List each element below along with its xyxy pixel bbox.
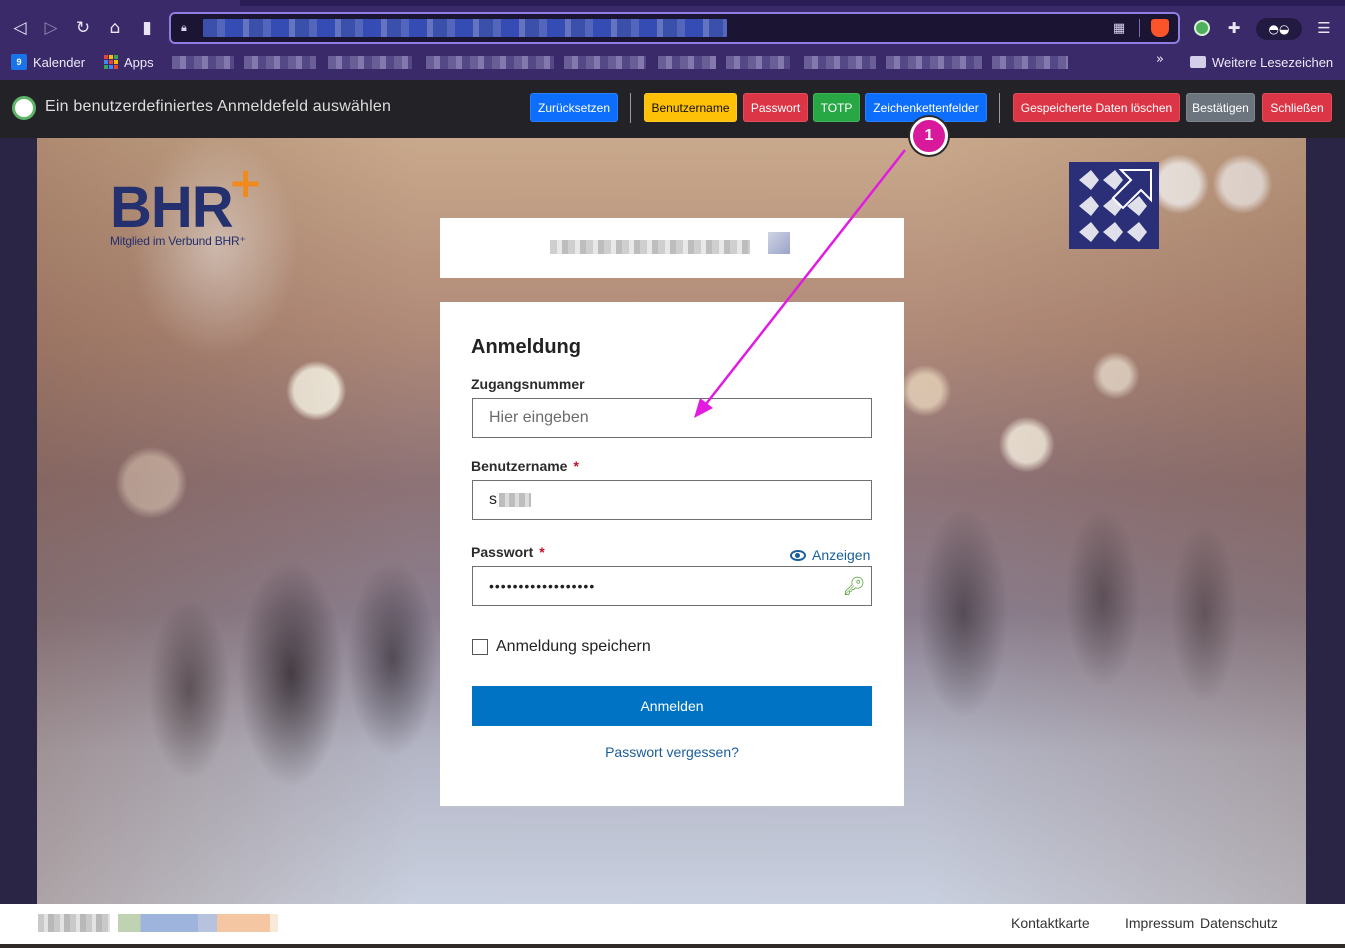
bookmark-icon[interactable]: ▮ [135,16,159,40]
bookmark-redacted[interactable] [564,56,646,69]
menu-icon[interactable]: ☰ [1312,16,1336,40]
username-label: Benutzername * [471,458,579,474]
bookmark-redacted[interactable] [886,56,982,69]
bookmark-calendar-label: Kalender [33,54,86,70]
footer-link-privacy[interactable]: Datenschutz [1200,915,1278,931]
apps-grid-icon [104,55,118,69]
footer-logo-redacted [118,914,278,932]
username-value: s [489,491,497,508]
footer-link-imprint[interactable]: Impressum [1125,915,1194,931]
lock-icon: 🔒︎ [181,21,187,34]
footer-link-contact-card[interactable]: Kontaktkarte [1011,915,1090,931]
remember-login-label[interactable]: Anmeldung speichern [496,638,651,656]
reset-button[interactable]: Zurücksetzen [530,93,618,122]
home-icon[interactable]: ⌂ [103,16,127,40]
extensions-puzzle-icon[interactable]: ✚ [1222,16,1246,40]
bookmark-redacted[interactable] [726,56,790,69]
bhr-logo-subtitle: Mitglied im Verbund BHR⁺ [110,234,246,248]
key-icon[interactable]: 🔑︎ [843,575,866,597]
password-input[interactable]: •••••••••••••••••• 🔑︎ [472,566,872,606]
bookmark-redacted[interactable] [804,56,876,69]
url-divider [1139,19,1140,37]
bookmark-apps[interactable]: Apps [104,52,154,72]
window-bottom-edge [0,944,1345,948]
toolbar-divider [999,93,1000,123]
clear-saved-data-button[interactable]: Gespeicherte Daten löschen [1013,93,1180,122]
required-mark: * [539,544,545,560]
bookmark-other-label: Weitere Lesezeichen [1212,54,1334,70]
url-text-redacted [203,19,727,37]
back-icon[interactable]: ◁ [8,16,32,40]
tab-strip [240,0,1345,6]
institution-header-redacted [440,218,904,278]
password-value: •••••••••••••••••• [489,578,596,594]
brave-shields-icon[interactable] [1150,18,1170,38]
partner-logo-icon [1069,162,1159,249]
username-label-text: Benutzername [471,458,568,474]
keepassxc-logo-icon [12,96,36,120]
totp-button[interactable]: TOTP [813,93,860,122]
password-button[interactable]: Passwort [743,93,808,122]
bookmark-redacted[interactable] [992,56,1068,69]
folder-icon [1190,56,1206,68]
bookmark-redacted[interactable] [658,56,716,69]
bookmark-other-folder[interactable]: Weitere Lesezeichen [1190,52,1333,72]
login-card: Anmeldung Zugangsnummer Hier eingeben Be… [440,302,904,806]
login-button[interactable]: Anmelden [472,686,872,726]
bhr-logo-plus: + [228,158,264,207]
bookmark-redacted[interactable] [426,56,554,69]
footer-logo-redacted [38,914,110,932]
toolbar-divider [630,93,631,123]
password-label: Passwort * [471,544,545,560]
redacted-text [499,493,531,507]
eye-icon [790,549,806,561]
custom-field-selection-bar: Ein benutzerdefiniertes Anmeldefeld ausw… [0,80,1345,138]
bhr-logo-text: BHR [110,175,234,240]
navigation-bar: ◁ ▷ ↻ ⌂ ▮ 🔒︎ ▦ ✚ ◓◒ ☰ [0,8,1345,48]
browser-toolbar: ◁ ▷ ↻ ⌂ ▮ 🔒︎ ▦ ✚ ◓◒ ☰ 9 Kalender Apps » … [0,0,1345,80]
reload-icon[interactable]: ↻ [71,16,95,40]
confirm-button[interactable]: Bestätigen [1186,93,1255,122]
bookmarks-bar: 9 Kalender Apps » Weitere Lesezeichen [0,49,1345,75]
calendar-icon: 9 [11,54,27,70]
keepass-extension-icon[interactable] [1190,16,1214,40]
redacted-text [550,240,750,254]
bookmark-calendar[interactable]: 9 Kalender [11,52,85,72]
remember-login-checkbox[interactable] [472,639,488,655]
extension-bar-title: Ein benutzerdefiniertes Anmeldefeld ausw… [45,98,392,115]
bookmark-redacted[interactable] [328,56,412,69]
page-footer: Kontaktkarte Impressum Datenschutz [0,904,1345,944]
bhr-logo: BHR + Mitglied im Verbund BHR⁺ [110,158,270,252]
login-page: BHR + Mitglied im Verbund BHR⁺ Anmeldung… [37,138,1306,904]
bookmarks-overflow-icon[interactable]: » [1156,52,1164,67]
access-number-input[interactable]: Hier eingeben [472,398,872,438]
redacted-image [768,232,790,254]
bookmark-redacted[interactable] [244,56,316,69]
username-button[interactable]: Benutzername [644,93,737,122]
forward-icon[interactable]: ▷ [39,16,63,40]
password-label-text: Passwort [471,544,534,560]
bookmark-redacted[interactable] [172,56,234,69]
forgot-password-link[interactable]: Passwort vergessen? [440,744,904,760]
username-input[interactable]: s [472,480,872,520]
bookmark-apps-label: Apps [124,54,154,70]
private-profile-icon[interactable]: ◓◒ [1256,18,1302,40]
close-button[interactable]: Schließen [1262,93,1332,122]
address-bar[interactable]: 🔒︎ ▦ [169,12,1180,44]
annotation-badge: 1 [910,117,948,155]
access-number-label: Zugangsnummer [471,376,585,392]
show-password-label: Anzeigen [812,547,871,563]
qr-code-icon[interactable]: ▦ [1109,18,1129,38]
required-mark: * [573,458,579,474]
login-title: Anmeldung [471,336,581,358]
show-password-link[interactable]: Anzeigen [790,547,870,563]
